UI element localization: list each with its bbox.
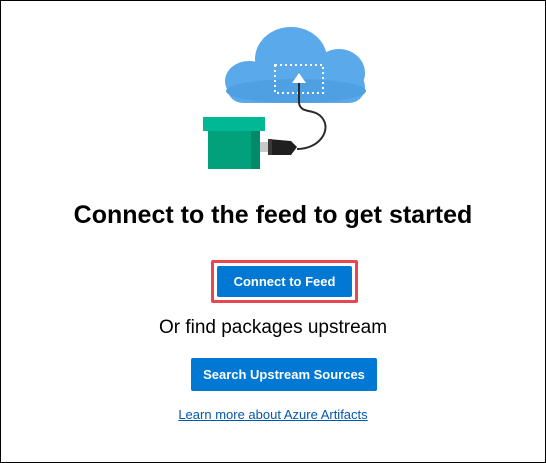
plug-icon (260, 139, 297, 155)
connect-feed-illustration (191, 21, 381, 176)
connect-to-feed-button[interactable]: Connect to Feed (217, 266, 352, 297)
empty-state-panel: Connect to the feed to get started Conne… (0, 0, 546, 463)
cloud-icon (225, 27, 366, 103)
upstream-subheading: Or find packages upstream (158, 317, 388, 338)
search-upstream-sources-button[interactable]: Search Upstream Sources (191, 358, 377, 391)
empty-state-heading: Connect to the feed to get started (73, 201, 473, 229)
learn-more-link[interactable]: Learn more about Azure Artifacts (1, 407, 545, 422)
package-box-icon (203, 117, 265, 169)
